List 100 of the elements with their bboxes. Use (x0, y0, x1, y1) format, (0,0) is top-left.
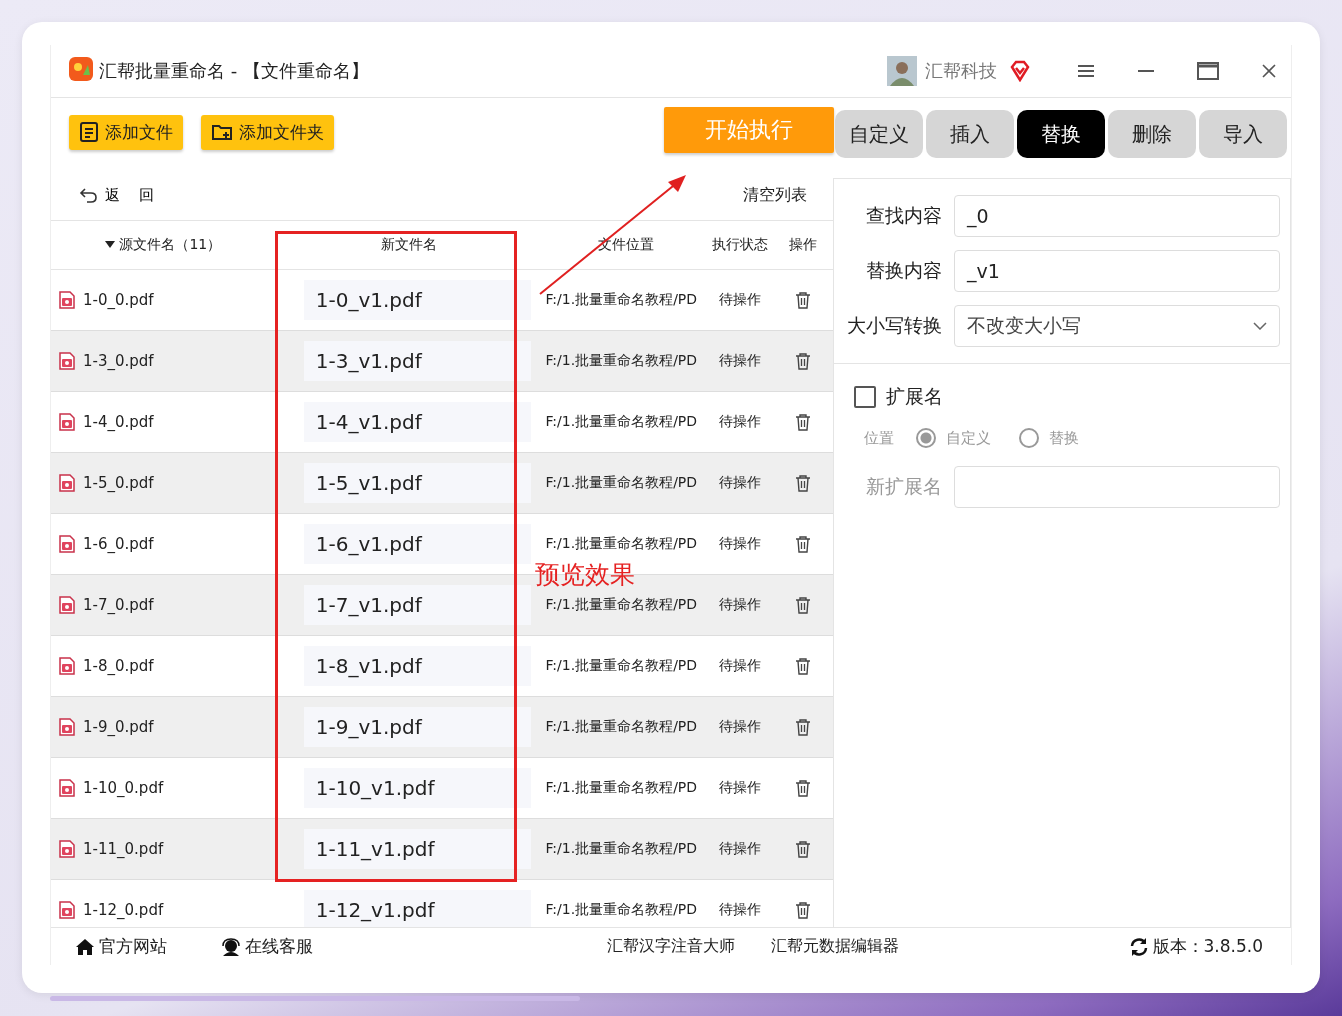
column-header: 新文件名 (381, 236, 438, 254)
field-label: 位置 (864, 428, 894, 448)
app-link[interactable]: 汇帮汉字注音大师 (607, 936, 735, 957)
add-file-button[interactable]: 添加文件 (69, 114, 183, 150)
trash-icon[interactable] (795, 291, 812, 309)
status-text: 待操作 (718, 901, 763, 919)
version-text: 版本：3.8.5.0 (1152, 935, 1263, 958)
pdf-file-icon (59, 291, 75, 309)
clear-list-button[interactable]: 清空列表 (743, 184, 807, 206)
new-name-field[interactable]: 1-7_v1.pdf (303, 585, 531, 625)
pdf-file-icon (59, 535, 75, 553)
new-name-field[interactable]: 1-9_v1.pdf (303, 707, 531, 747)
file-location: F:/1.批量重命名教程/PD (544, 840, 699, 858)
account-name: 汇帮科技 (925, 59, 997, 83)
new-name-field[interactable]: 1-0_v1.pdf (303, 280, 531, 320)
pdf-file-icon (59, 596, 75, 614)
menu-icon[interactable] (1077, 64, 1095, 78)
file-name: 1-7_0.pdf (83, 596, 154, 614)
field-label: 替换内容 (865, 258, 942, 283)
trash-icon[interactable] (795, 474, 812, 492)
website-link[interactable]: 官方网站 (75, 935, 167, 958)
file-location: F:/1.批量重命名教程/PD (544, 596, 699, 614)
scrollbar[interactable] (50, 996, 580, 1001)
file-location: F:/1.批量重命名教程/PD (544, 352, 699, 370)
annotation-label: 预览效果 (535, 559, 635, 591)
trash-icon[interactable] (795, 352, 812, 370)
column-header: 源文件名（11） (119, 236, 222, 254)
trash-icon[interactable] (795, 596, 812, 614)
checkbox[interactable] (854, 386, 876, 408)
file-name: 1-5_0.pdf (83, 474, 154, 492)
new-name-field[interactable]: 1-6_v1.pdf (303, 524, 531, 564)
column-header: 操作 (789, 236, 818, 254)
pdf-file-icon (59, 779, 75, 797)
new-name-field[interactable]: 1-3_v1.pdf (303, 341, 531, 381)
trash-icon[interactable] (795, 779, 812, 797)
add-folder-button[interactable]: 添加文件夹 (201, 114, 334, 150)
pdf-file-icon (59, 413, 75, 431)
field-label: 大小写转换 (846, 313, 942, 338)
refresh-icon (1128, 936, 1149, 957)
new-name-field[interactable]: 1-10_v1.pdf (303, 768, 531, 808)
tab[interactable]: 自定义 (835, 110, 923, 158)
close-icon[interactable] (1261, 63, 1277, 79)
status-text: 待操作 (718, 779, 763, 797)
pdf-file-icon (59, 718, 75, 736)
new-name-field[interactable]: 1-12_v1.pdf (303, 890, 531, 927)
field-label: 查找内容 (865, 203, 942, 228)
checkbox-label: 扩展名 (886, 384, 943, 409)
new-name-field[interactable]: 1-11_v1.pdf (303, 829, 531, 869)
tab[interactable]: 插入 (926, 110, 1014, 158)
file-location: F:/1.批量重命名教程/PD (544, 779, 699, 797)
file-location: F:/1.批量重命名教程/PD (544, 901, 699, 919)
maximize-icon[interactable] (1197, 62, 1219, 80)
radio-button[interactable] (1019, 428, 1039, 448)
field-label: 新扩展名 (865, 474, 942, 499)
diamond-icon (1009, 60, 1031, 82)
new-name-field[interactable]: 1-4_v1.pdf (303, 402, 531, 442)
case-dropdown[interactable]: 不改变大小写 (954, 305, 1280, 347)
file-location: F:/1.批量重命名教程/PD (544, 535, 699, 553)
status-text: 待操作 (718, 596, 763, 614)
status-text: 待操作 (718, 474, 763, 492)
trash-icon[interactable] (795, 657, 812, 675)
back-button[interactable]: 返 回 (79, 185, 154, 205)
chevron-down-icon (1253, 322, 1267, 330)
trash-icon[interactable] (795, 413, 812, 431)
replace-field[interactable]: _v1 (954, 250, 1280, 292)
tab[interactable]: 删除 (1108, 110, 1196, 158)
extension-field[interactable] (954, 466, 1280, 508)
radio-label: 替换 (1049, 428, 1079, 448)
trash-icon[interactable] (795, 718, 812, 736)
home-icon (75, 937, 95, 956)
support-link[interactable]: 在线客服 (221, 935, 313, 958)
column-header: 执行状态 (712, 236, 769, 254)
document-icon (79, 122, 99, 142)
new-name-field[interactable]: 1-8_v1.pdf (303, 646, 531, 686)
file-location: F:/1.批量重命名教程/PD (544, 291, 699, 309)
pdf-file-icon (59, 840, 75, 858)
status-text: 待操作 (718, 535, 763, 553)
tab[interactable]: 替换 (1017, 110, 1105, 158)
trash-icon[interactable] (795, 901, 812, 919)
find-field[interactable]: _0 (954, 195, 1280, 237)
status-text: 待操作 (718, 718, 763, 736)
file-location: F:/1.批量重命名教程/PD (544, 657, 699, 675)
file-name: 1-3_0.pdf (83, 352, 154, 370)
file-name: 1-12_0.pdf (83, 901, 164, 919)
file-name: 1-8_0.pdf (83, 657, 154, 675)
file-name: 1-6_0.pdf (83, 535, 154, 553)
status-text: 待操作 (718, 657, 763, 675)
file-location: F:/1.批量重命名教程/PD (544, 474, 699, 492)
trash-icon[interactable] (795, 840, 812, 858)
folder-plus-icon (211, 122, 233, 142)
radio-button[interactable] (916, 428, 936, 448)
pdf-file-icon (59, 474, 75, 492)
trash-icon[interactable] (795, 535, 812, 553)
window-title: 汇帮批量重命名 - 【文件重命名】 (99, 59, 369, 83)
app-logo-icon (69, 57, 93, 81)
app-link[interactable]: 汇帮元数据编辑器 (771, 936, 899, 957)
new-name-field[interactable]: 1-5_v1.pdf (303, 463, 531, 503)
tab[interactable]: 导入 (1199, 110, 1287, 158)
caret-icon (105, 241, 116, 249)
file-name: 1-10_0.pdf (83, 779, 164, 797)
